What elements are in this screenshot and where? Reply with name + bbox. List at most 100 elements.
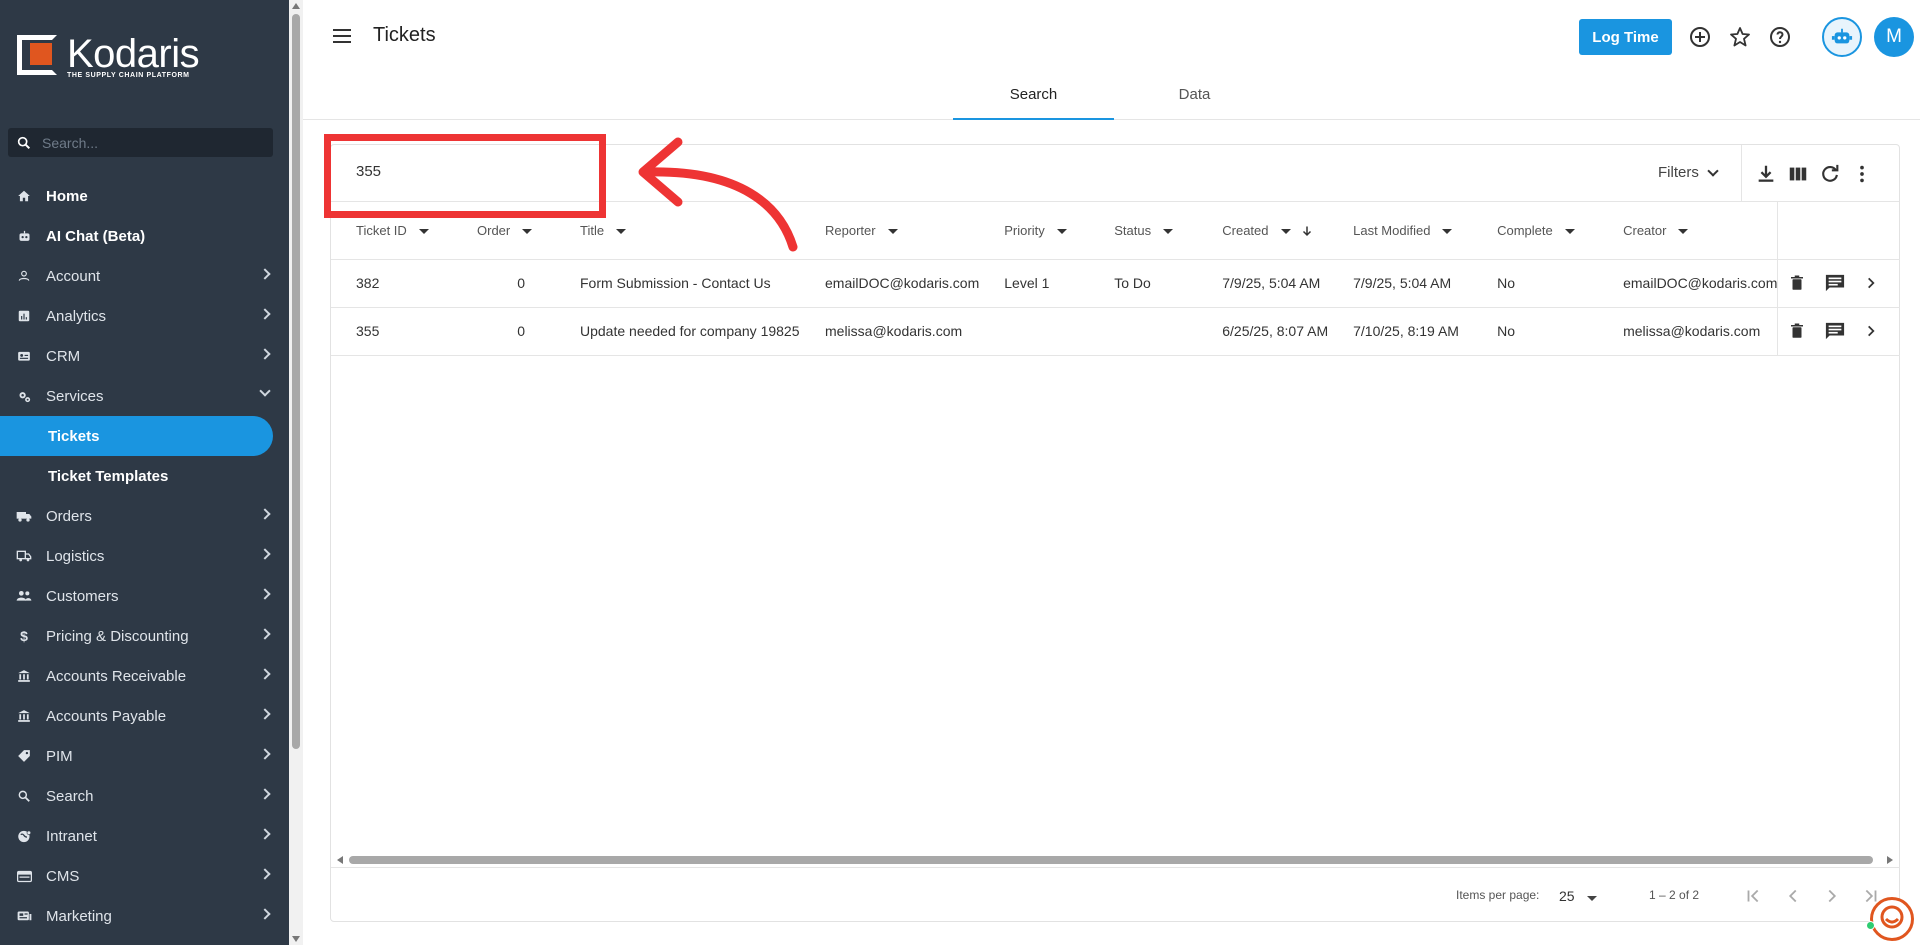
column-header-created[interactable]: Created <box>1197 202 1329 260</box>
sort-caret-icon[interactable] <box>1442 228 1453 234</box>
refresh-icon[interactable] <box>1819 163 1841 185</box>
chevron-right-icon[interactable] <box>1864 324 1878 338</box>
chevron-right-icon[interactable] <box>1864 276 1878 290</box>
cell-created: 6/25/25, 8:07 AM <box>1197 307 1329 356</box>
sidebar-item-ticket-templates[interactable]: Ticket Templates <box>0 456 289 496</box>
people-icon <box>16 588 32 604</box>
next-page-icon[interactable] <box>1821 885 1843 907</box>
table-row[interactable]: 382 0 Form Submission - Contact Us email… <box>331 259 1900 308</box>
column-label: Creator <box>1623 222 1667 238</box>
column-label: Last Modified <box>1353 222 1431 238</box>
scrollbar-thumb[interactable] <box>292 14 300 749</box>
sort-descending-arrow-icon[interactable] <box>1301 225 1313 237</box>
sidebar-item-search[interactable]: Search <box>0 776 289 816</box>
column-header-reporter[interactable]: Reporter <box>800 202 980 260</box>
sidebar-item-cms[interactable]: CMS <box>0 856 289 896</box>
items-per-page-label: Items per page: <box>1456 888 1540 902</box>
scroll-up-arrow-icon[interactable] <box>292 3 300 9</box>
scroll-down-arrow-icon[interactable] <box>292 936 300 942</box>
sidebar-item-logistics[interactable]: Logistics <box>0 536 289 576</box>
sort-caret-icon[interactable] <box>1056 228 1067 234</box>
previous-page-icon[interactable] <box>1782 885 1804 907</box>
sidebar-item-services[interactable]: Services <box>0 376 289 416</box>
avatar[interactable]: M <box>1874 17 1914 57</box>
scroll-left-arrow-icon[interactable] <box>337 856 343 864</box>
sort-caret-icon[interactable] <box>1678 228 1689 234</box>
filters-button[interactable]: Filters <box>1658 164 1719 181</box>
cell-created: 7/9/25, 5:04 AM <box>1197 259 1329 308</box>
menu-icon[interactable] <box>333 29 351 43</box>
column-header-last-modified[interactable]: Last Modified <box>1328 202 1473 260</box>
sidebar-item-accounts-payable[interactable]: Accounts Payable <box>0 696 289 736</box>
sidebar-item-label: Analytics <box>46 307 107 325</box>
scrollbar-thumb[interactable] <box>349 856 1873 864</box>
table-row[interactable]: 355 0 Update needed for company 19825 me… <box>331 307 1900 356</box>
delete-icon[interactable] <box>1788 322 1806 340</box>
download-icon[interactable] <box>1755 163 1777 185</box>
columns-icon[interactable] <box>1787 163 1809 185</box>
more-vert-icon[interactable] <box>1851 163 1873 185</box>
tab-bar: Search Data <box>953 80 1275 120</box>
sort-caret-icon[interactable] <box>616 228 627 234</box>
sidebar-item-tickets[interactable]: Tickets <box>0 416 273 456</box>
sidebar-item-analytics[interactable]: Analytics <box>0 296 289 336</box>
cell-ticket-id: 382 <box>331 259 452 308</box>
chevron-right-icon <box>259 788 271 800</box>
add-circle-icon[interactable] <box>1688 25 1712 49</box>
sidebar-item-label: Accounts Payable <box>46 707 167 725</box>
sort-caret-icon[interactable] <box>418 228 429 234</box>
column-header-actions <box>1777 202 1900 260</box>
sidebar-item-label: Orders <box>46 507 92 525</box>
sidebar-item-intranet[interactable]: Intranet <box>0 816 289 856</box>
column-header-complete[interactable]: Complete <box>1472 202 1599 260</box>
scroll-right-arrow-icon[interactable] <box>1887 856 1893 864</box>
sort-caret-icon[interactable] <box>1163 228 1174 234</box>
sidebar-item-accounts-receivable[interactable]: Accounts Receivable <box>0 656 289 696</box>
sort-caret-icon[interactable] <box>1564 228 1575 234</box>
marketing-icon <box>16 908 32 924</box>
log-time-button[interactable]: Log Time <box>1579 19 1672 55</box>
tab-search[interactable]: Search <box>953 80 1114 120</box>
services-icon <box>16 388 32 404</box>
sidebar-item-crm[interactable]: CRM <box>0 336 289 376</box>
sort-caret-icon[interactable] <box>887 228 898 234</box>
column-label: Title <box>580 222 605 238</box>
sidebar-item-pricing[interactable]: $ Pricing & Discounting <box>0 616 289 656</box>
sidebar-item-orders[interactable]: Orders <box>0 496 289 536</box>
items-per-page-select[interactable]: 25 <box>1559 888 1575 904</box>
ai-assistant-button[interactable] <box>1822 17 1862 57</box>
sidebar-item-pim[interactable]: PIM <box>0 736 289 776</box>
sidebar-search[interactable] <box>8 128 273 157</box>
sidebar-item-home[interactable]: Home <box>0 176 289 216</box>
column-header-status[interactable]: Status <box>1089 202 1198 260</box>
chevron-right-icon <box>259 668 271 680</box>
chevron-right-icon <box>259 588 271 600</box>
sidebar-item-account[interactable]: Account <box>0 256 289 296</box>
column-header-priority[interactable]: Priority <box>979 202 1090 260</box>
robot-icon <box>1831 28 1853 44</box>
sort-caret-icon[interactable] <box>522 228 533 234</box>
sidebar-item-marketing[interactable]: Marketing <box>0 896 289 936</box>
sidebar-search-input[interactable] <box>42 134 262 151</box>
search-icon <box>17 136 31 149</box>
sort-caret-icon[interactable] <box>1280 228 1291 234</box>
dropdown-caret-icon[interactable] <box>1587 896 1597 901</box>
support-chat-icon[interactable] <box>1870 897 1914 941</box>
sidebar-nav: Home AI Chat (Beta) Account Analytics CR… <box>0 176 289 936</box>
star-icon[interactable] <box>1728 25 1752 49</box>
delete-icon[interactable] <box>1788 274 1806 292</box>
table-horizontal-scrollbar[interactable] <box>335 853 1895 867</box>
comment-icon[interactable] <box>1824 321 1846 341</box>
column-header-creator[interactable]: Creator <box>1598 202 1778 260</box>
cell-status: To Do <box>1089 259 1198 308</box>
comment-icon[interactable] <box>1824 273 1846 293</box>
column-label: Order <box>477 222 511 238</box>
first-page-icon[interactable] <box>1743 885 1765 907</box>
paginator: Items per page: 25 1 – 2 of 2 <box>331 867 1900 922</box>
kodaris-logo[interactable]: Kodaris THE SUPPLY CHAIN PLATFORM <box>17 34 200 79</box>
help-icon[interactable] <box>1768 25 1792 49</box>
sidebar-scrollbar[interactable] <box>289 0 303 945</box>
sidebar-item-customers[interactable]: Customers <box>0 576 289 616</box>
tab-data[interactable]: Data <box>1114 80 1275 120</box>
sidebar-item-ai-chat[interactable]: AI Chat (Beta) <box>0 216 289 256</box>
